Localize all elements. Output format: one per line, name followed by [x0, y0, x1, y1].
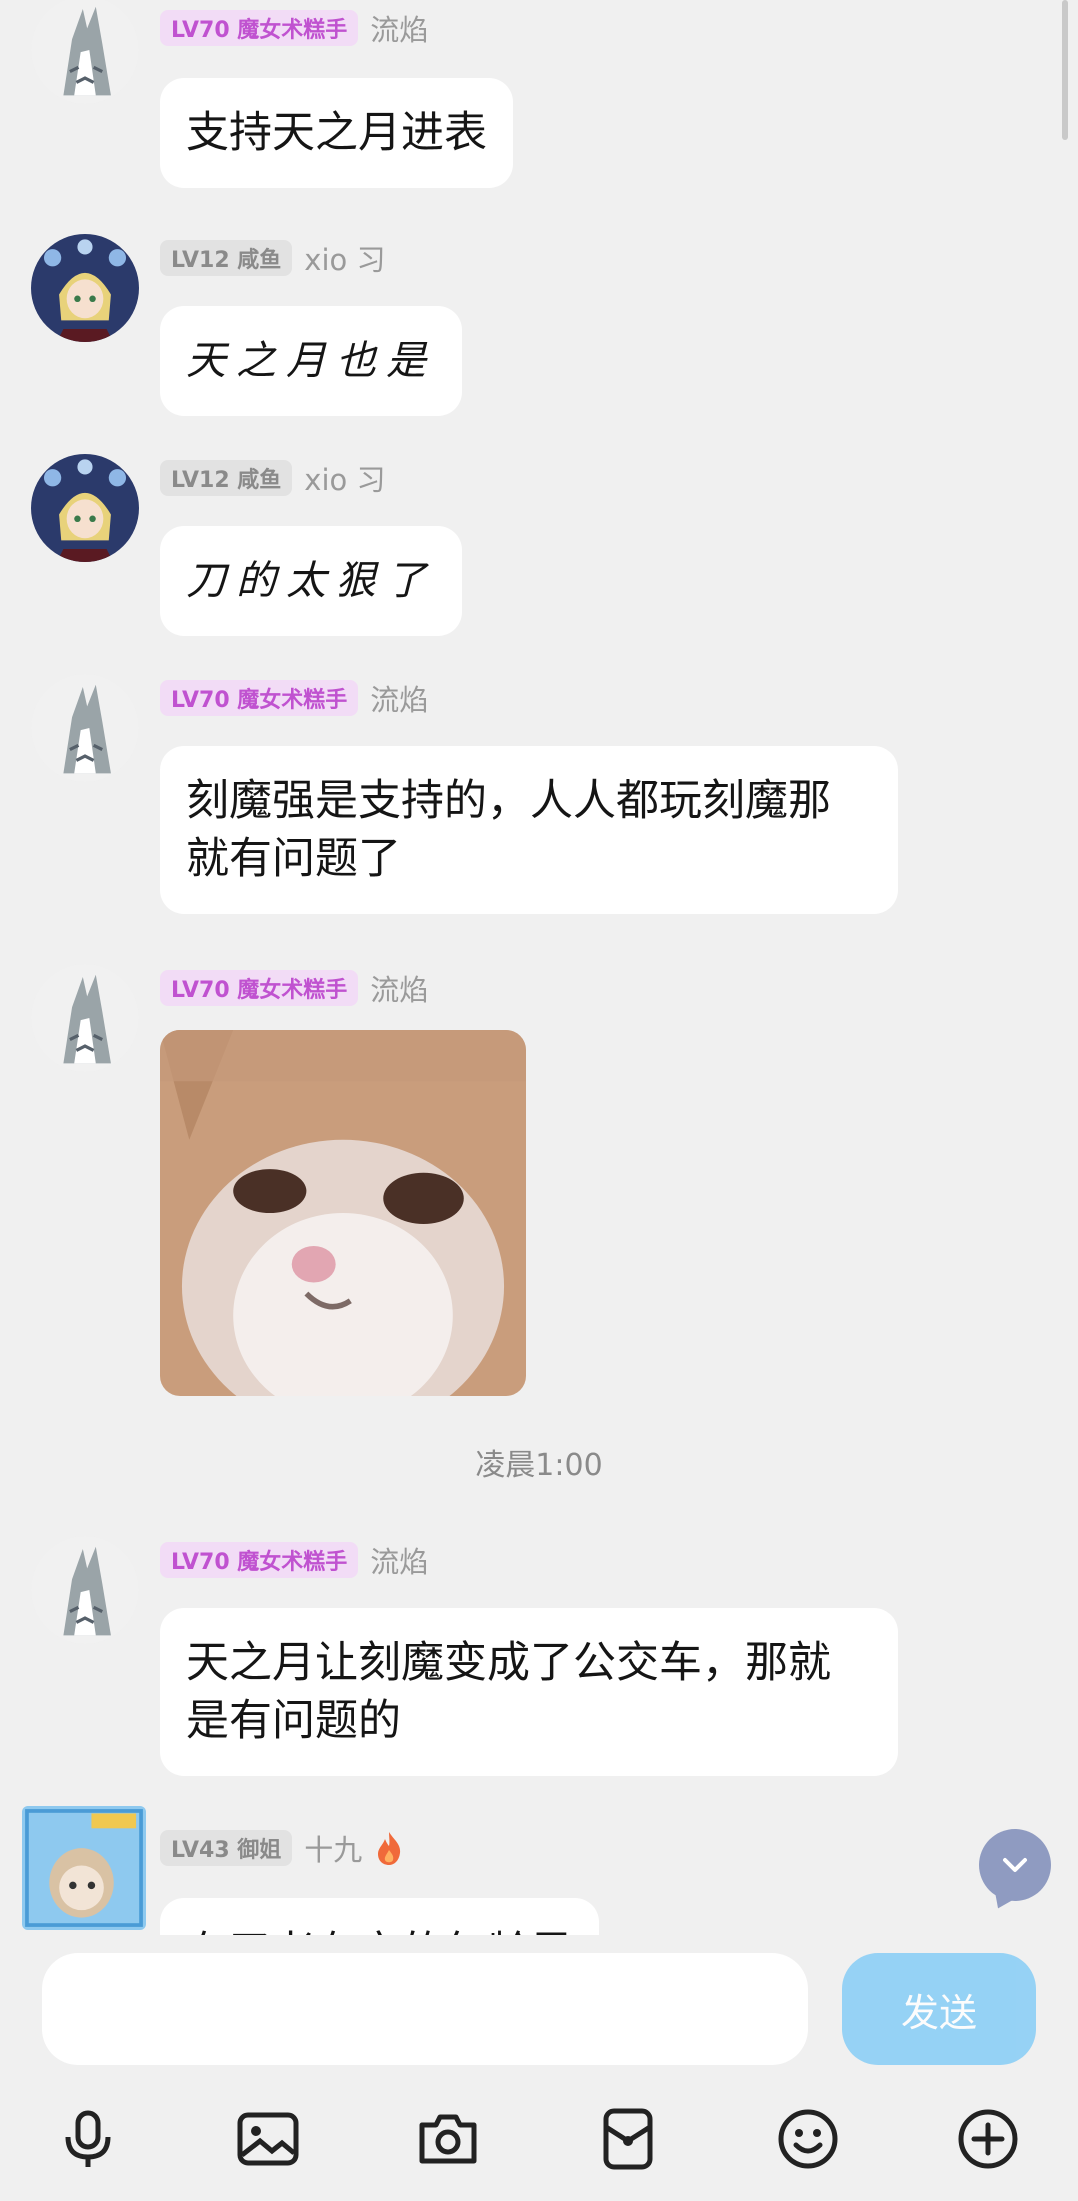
username[interactable]: 流焰 — [370, 1539, 428, 1581]
camera-button[interactable] — [412, 2103, 484, 2175]
camera-icon — [419, 2114, 477, 2164]
level-badge: LV70 魔女术糕手 — [160, 10, 359, 46]
image-button[interactable] — [232, 2103, 304, 2175]
message-bubble[interactable]: 刀的太狠了 — [160, 526, 462, 636]
time-divider: 凌晨1:00 — [475, 1448, 603, 1483]
emoji-button[interactable] — [772, 2103, 844, 2175]
wolf-avatar[interactable] — [31, 674, 139, 782]
message-line: 天之月让刻魔变成了公交车，那就 — [186, 1638, 831, 1688]
message-line: 刻魔强是支持的，人人都玩刻魔那 — [186, 776, 831, 826]
level-badge: LV70 魔女术糕手 — [160, 680, 359, 716]
red-packet-button[interactable] — [592, 2103, 664, 2175]
message-bubble[interactable]: 天之月让刻魔变成了公交车，那就 是有问题的 — [160, 1608, 898, 1776]
fire-icon — [374, 1830, 404, 1866]
anime-girl-avatar[interactable] — [31, 234, 139, 342]
message-bubble[interactable]: 有了老有它的年龄早 — [160, 1898, 599, 1935]
mic-icon — [65, 2110, 111, 2167]
input-bar: 发送 — [0, 1935, 1078, 2201]
message-bubble[interactable]: 天之月也是 — [160, 306, 462, 416]
message-line: 就有问题了 — [186, 834, 401, 884]
voice-button[interactable] — [52, 2103, 124, 2175]
send-button[interactable]: 发送 — [842, 1953, 1036, 2065]
emoji-icon — [778, 2109, 838, 2169]
level-badge: LV70 魔女术糕手 — [160, 1542, 359, 1578]
more-button[interactable] — [952, 2103, 1024, 2175]
scrollbar[interactable] — [1062, 0, 1068, 140]
message-bubble[interactable]: 支持天之月进表 — [160, 78, 513, 188]
level-badge: LV43 御姐 — [160, 1830, 293, 1866]
anime-girl-avatar[interactable] — [31, 454, 139, 562]
level-badge: LV12 咸鱼 — [160, 460, 293, 496]
cat-sticker-image[interactable] — [160, 1030, 526, 1396]
wolf-avatar[interactable] — [31, 0, 139, 104]
username[interactable]: xio 习 — [304, 457, 385, 499]
chat-area[interactable]: LV70 魔女术糕手 流焰 支持天之月进表 LV12 咸鱼 xio 习 天之月也… — [0, 0, 1078, 1935]
message-line: 是有问题的 — [186, 1696, 401, 1746]
image-icon — [237, 2112, 299, 2166]
message-bubble[interactable]: 刻魔强是支持的，人人都玩刻魔那 就有问题了 — [160, 746, 898, 914]
level-badge: LV12 咸鱼 — [160, 240, 293, 276]
chevron-down-icon — [1003, 1858, 1027, 1872]
username[interactable]: 流焰 — [370, 677, 428, 719]
username[interactable]: 十九 — [304, 1827, 362, 1869]
plus-icon — [958, 2109, 1018, 2169]
username[interactable]: 流焰 — [370, 7, 428, 49]
username[interactable]: xio 习 — [304, 237, 385, 279]
wolf-avatar[interactable] — [31, 1536, 139, 1644]
scroll-to-bottom-button[interactable] — [979, 1829, 1051, 1901]
username[interactable]: 流焰 — [370, 967, 428, 1009]
red-packet-icon — [603, 2108, 653, 2170]
level-badge: LV70 魔女术糕手 — [160, 970, 359, 1006]
message-input[interactable] — [42, 1953, 808, 2065]
wolf-avatar[interactable] — [31, 964, 139, 1072]
toolbar — [0, 2085, 1078, 2201]
card-avatar[interactable] — [22, 1806, 146, 1930]
